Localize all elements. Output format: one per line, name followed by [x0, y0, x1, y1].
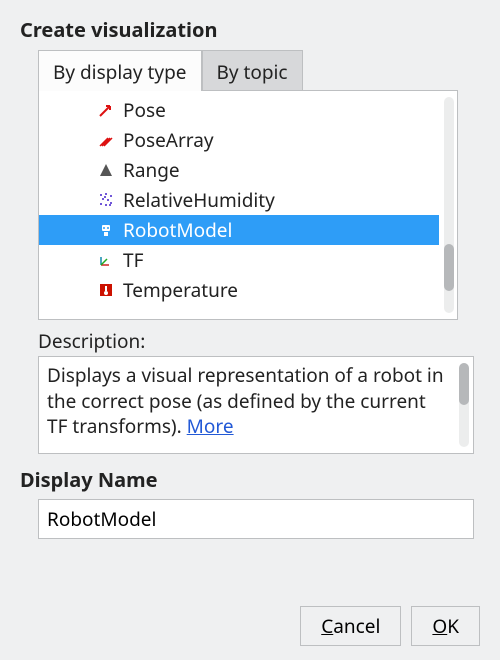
list-scrollbar-thumb[interactable] [444, 244, 454, 292]
list-item[interactable]: Range [39, 155, 439, 185]
description-more-link[interactable]: More [187, 413, 234, 439]
list-item[interactable]: RobotModel [39, 215, 439, 245]
list-item[interactable]: Pose [39, 95, 439, 125]
list-item[interactable]: RelativeHumidity [39, 185, 439, 215]
description-text: Displays a visual representation of a ro… [47, 362, 444, 439]
display-name-label: Display Name [20, 466, 480, 493]
tab-bar: By display type By topic [38, 49, 480, 90]
page-title: Create visualization [20, 16, 480, 43]
list-item-label: RelativeHumidity [123, 187, 275, 213]
list-scrollbar-track[interactable] [444, 97, 454, 313]
ok-button[interactable]: OK [411, 606, 480, 646]
list-item[interactable]: TF [39, 245, 439, 275]
list-item-label: Temperature [123, 277, 238, 303]
description-scrollbar-track[interactable] [459, 363, 469, 447]
display-type-list[interactable]: Pose PoseArray Range RelativeHumidity RobotM… [38, 90, 458, 320]
cancel-button[interactable]: Cancel [300, 606, 401, 646]
list-item[interactable]: PoseArray [39, 125, 439, 155]
list-item-label: PoseArray [123, 127, 214, 153]
tf-icon [97, 251, 115, 269]
list-item-label: RobotModel [123, 217, 232, 243]
tab-by-display-type[interactable]: By display type [38, 50, 202, 91]
humidity-icon [97, 191, 115, 209]
description-label: Description: [38, 328, 480, 354]
list-item[interactable]: Temperature [39, 275, 439, 305]
array-icon [97, 131, 115, 149]
arrow-icon [97, 101, 115, 119]
robot-icon [97, 221, 115, 239]
description-box: Displays a visual representation of a ro… [38, 356, 474, 454]
list-item-label: Pose [123, 97, 166, 123]
display-name-input[interactable] [38, 499, 474, 539]
description-scrollbar-thumb[interactable] [459, 363, 469, 405]
list-item-label: Range [123, 157, 180, 183]
list-item-label: TF [123, 247, 143, 273]
temperature-icon [97, 281, 115, 299]
range-icon [97, 161, 115, 179]
tab-by-topic[interactable]: By topic [202, 50, 303, 91]
